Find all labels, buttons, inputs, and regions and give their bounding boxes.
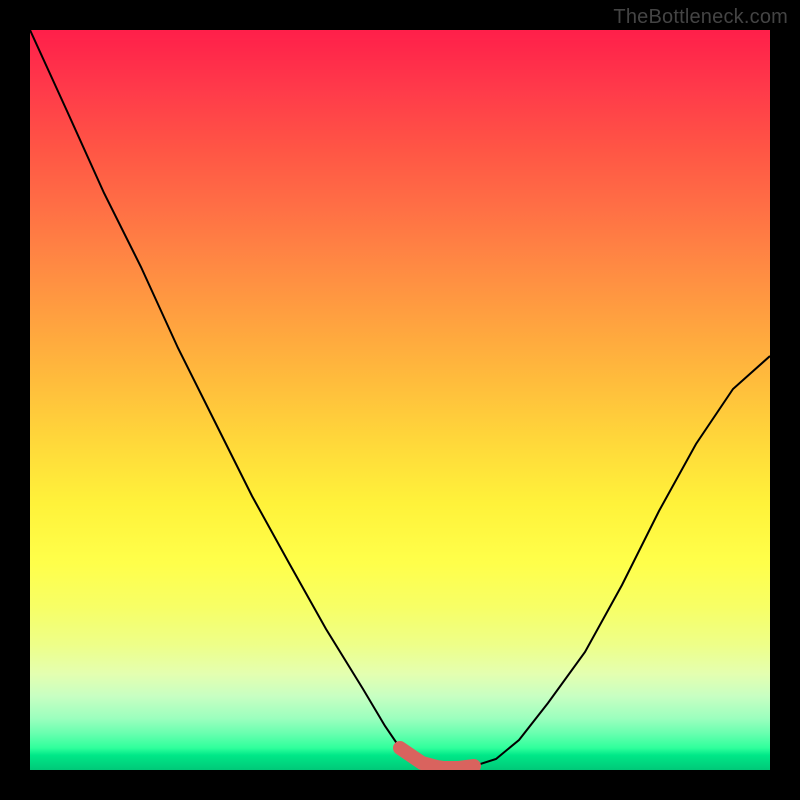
watermark-text: TheBottleneck.com (613, 6, 788, 29)
curve-svg (30, 30, 770, 770)
accent-segment (400, 748, 474, 768)
plot-area (30, 30, 770, 770)
bottleneck-curve (30, 30, 770, 768)
chart-frame: TheBottleneck.com (0, 0, 800, 800)
